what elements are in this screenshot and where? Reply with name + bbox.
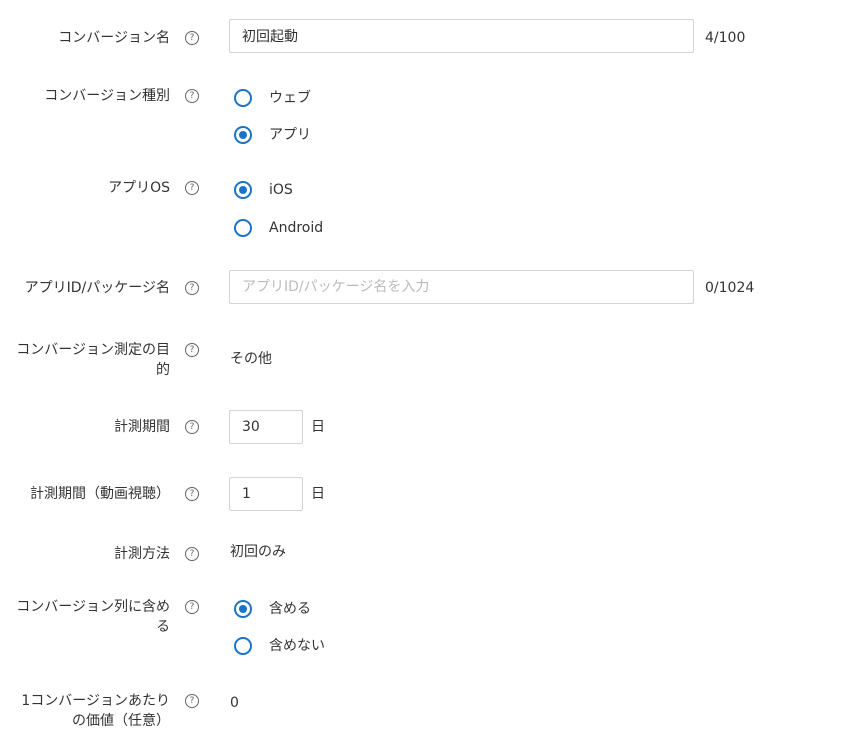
purpose-label-line2: 的 [156, 362, 170, 378]
value-per-conversion-label: 1コンバージョンあたり の価値（任意） [0, 691, 170, 731]
app-id-label: アプリID/パッケージ名 [24, 280, 170, 296]
help-icon[interactable] [185, 600, 199, 614]
help-icon[interactable] [185, 89, 199, 103]
app-id-counter: 0/1024 [705, 280, 755, 296]
period-video-unit: 日 [311, 486, 325, 502]
method-label: 計測方法 [114, 546, 170, 562]
radio-label: ウェブ [269, 90, 311, 106]
include-column-label: コンバージョン列に含め る [0, 597, 170, 637]
value-per-conversion-label-line1: 1コンバージョンあたり [21, 693, 170, 709]
radio-label: 含めない [269, 638, 325, 654]
purpose-label-line1: コンバージョン測定の目 [16, 342, 170, 358]
radio-label: iOS [269, 182, 293, 198]
radio-button[interactable] [234, 219, 252, 237]
period-label: 計測期間 [114, 419, 170, 435]
include-column-label-line2: る [156, 619, 170, 635]
help-icon[interactable] [185, 547, 199, 561]
radio-button[interactable] [234, 89, 252, 107]
value-per-conversion-label-line2: の価値（任意） [72, 713, 170, 729]
method-value: 初回のみ [230, 544, 286, 560]
app-id-input[interactable] [229, 270, 694, 304]
app-os-label: アプリOS [108, 180, 170, 196]
period-unit: 日 [311, 419, 325, 435]
help-icon[interactable] [185, 343, 199, 357]
include-column-label-line1: コンバージョン列に含め [16, 599, 170, 615]
purpose-label: コンバージョン測定の目 的 [0, 340, 170, 380]
help-icon[interactable] [185, 420, 199, 434]
period-video-input[interactable] [229, 477, 303, 511]
value-per-conversion-value: 0 [230, 695, 239, 711]
conversion-name-label: コンバージョン名 [58, 30, 170, 46]
help-icon[interactable] [185, 281, 199, 295]
help-icon[interactable] [185, 31, 199, 45]
purpose-value: その他 [230, 351, 272, 367]
help-icon[interactable] [185, 694, 199, 708]
radio-label: Android [269, 220, 324, 236]
radio-label: 含める [269, 601, 311, 617]
conversion-name-input[interactable] [229, 19, 694, 53]
radio-button[interactable] [234, 126, 252, 144]
help-icon[interactable] [185, 487, 199, 501]
radio-label: アプリ [269, 127, 311, 143]
conversion-type-label: コンバージョン種別 [44, 88, 170, 104]
period-input[interactable] [229, 410, 303, 444]
radio-button[interactable] [234, 637, 252, 655]
radio-button[interactable] [234, 600, 252, 618]
period-video-label: 計測期間（動画視聴） [30, 486, 170, 502]
help-icon[interactable] [185, 181, 199, 195]
conversion-name-counter: 4/100 [705, 30, 746, 46]
radio-button[interactable] [234, 181, 252, 199]
